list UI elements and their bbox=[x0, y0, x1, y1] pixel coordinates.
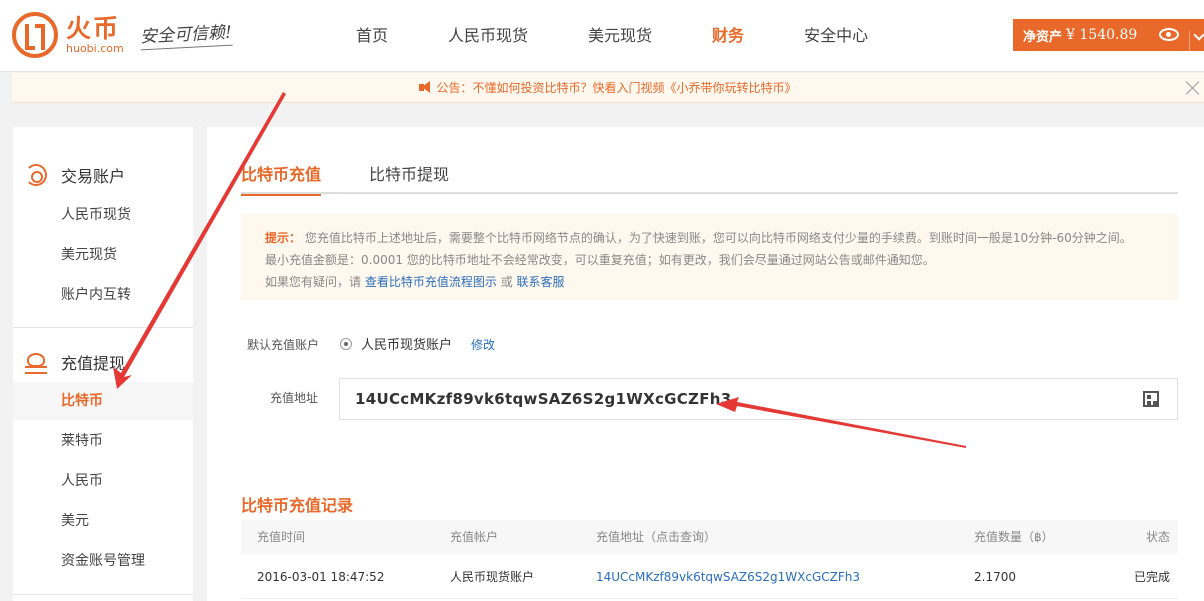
sidebar-divider bbox=[13, 594, 193, 595]
deposit-address-value[interactable]: 14UCcMKzf89vk6tqwSAZ6S2g1WXcGCZFh3 bbox=[355, 390, 732, 408]
table-row: 2016-03-01 18:47:52 人民币现货账户 14UCcMKzf89v… bbox=[241, 555, 1178, 599]
sidebar-group-trading: 交易账户 bbox=[25, 163, 125, 187]
brand-domain: huobi.com bbox=[66, 42, 124, 55]
col-account: 充值帐户 bbox=[450, 530, 499, 544]
default-account-label: 默认充值账户 bbox=[247, 338, 320, 352]
deposit-tip: 提示： 您充值比特币上述地址后，需要整个比特币网络节点的确认，为了快速到账，您可… bbox=[241, 214, 1178, 300]
edit-default-account-link[interactable]: 修改 bbox=[471, 336, 495, 353]
eye-icon[interactable] bbox=[1159, 28, 1179, 41]
sidebar-item-cny[interactable]: 人民币 bbox=[13, 462, 193, 500]
nav-home[interactable]: 首页 bbox=[326, 0, 418, 72]
sidebar-item-usd-spot[interactable]: 美元现货 bbox=[13, 236, 193, 274]
default-account-value[interactable]: 人民币现货账户 bbox=[361, 334, 452, 353]
row-time: 2016-03-01 18:47:52 bbox=[257, 570, 385, 584]
tabs: 比特币充值 比特币提现 bbox=[241, 162, 1178, 196]
top-header: 火币 huobi.com 安全可信赖! 首页 人民币现货 美元现货 财务 安全中… bbox=[0, 0, 1204, 72]
sidebar-group-title: 交易账户 bbox=[61, 167, 126, 186]
chevron-down-icon[interactable] bbox=[1189, 31, 1190, 51]
deposit-address-box[interactable]: 14UCcMKzf89vk6tqwSAZ6S2g1WXcGCZFh3 bbox=[339, 378, 1178, 420]
sidebar: 交易账户 人民币现货 美元现货 账户内互转 充值提现 比特币 莱特币 人民币 美… bbox=[13, 127, 193, 601]
col-time: 充值时间 bbox=[257, 530, 306, 544]
net-assets-value: ¥ 1540.89 bbox=[1066, 27, 1138, 43]
sidebar-item-usd[interactable]: 美元 bbox=[13, 502, 193, 540]
nav-finance[interactable]: 财务 bbox=[682, 0, 774, 72]
nav-usd-spot[interactable]: 美元现货 bbox=[558, 0, 682, 72]
tab-btc-withdraw[interactable]: 比特币提现 bbox=[369, 162, 449, 194]
tip-line3-prefix: 如果您有疑问，请 bbox=[265, 275, 362, 289]
close-icon[interactable] bbox=[1184, 79, 1202, 97]
tip-line2: 最小充值金额是：0.0001 您的比特币地址不会经常改变，可以重复充值；如有更改… bbox=[265, 253, 935, 267]
sidebar-item-litecoin[interactable]: 莱特币 bbox=[13, 422, 193, 460]
contact-support-link[interactable]: 联系客服 bbox=[517, 275, 565, 289]
col-status: 状态 bbox=[1145, 530, 1170, 544]
tip-or: 或 bbox=[500, 275, 513, 289]
col-amount: 充值数量（฿） bbox=[974, 530, 1054, 544]
records-table-header: 充值时间 充值帐户 充值地址（点击查询） 充值数量（฿） 状态 bbox=[241, 520, 1178, 554]
col-address: 充值地址（点击查询） bbox=[596, 530, 717, 544]
wallet-icon bbox=[25, 351, 47, 374]
sidebar-group-title: 充值提现 bbox=[61, 354, 126, 373]
tip-label: 提示： bbox=[265, 231, 302, 245]
main-nav: 首页 人民币现货 美元现货 财务 安全中心 bbox=[326, 0, 898, 72]
net-assets-label: 净资产 bbox=[1023, 29, 1063, 45]
announcement-text[interactable]: 公告：不懂如何投资比特币？快看入门视频《小乔带你玩转比特币》 bbox=[436, 81, 796, 95]
sidebar-item-internal-transfer[interactable]: 账户内互转 bbox=[13, 276, 193, 314]
row-account: 人民币现货账户 bbox=[450, 570, 535, 584]
tip-line1: 您充值比特币上述地址后，需要整个比特币网络节点的确认，为了快速到账，您可以向比特… bbox=[304, 231, 1132, 245]
net-assets-button[interactable]: 净资产 ¥ 1540.89 bbox=[1013, 19, 1204, 51]
deposit-address-label: 充值地址 bbox=[270, 391, 319, 405]
exchange-icon bbox=[25, 164, 47, 186]
sidebar-divider bbox=[13, 327, 193, 328]
huobi-logo-icon bbox=[12, 12, 58, 58]
sidebar-item-bitcoin[interactable]: 比特币 bbox=[13, 382, 193, 420]
row-address-link[interactable]: 14UCcMKzf89vk6tqwSAZ6S2g1WXcGCZFh3 bbox=[596, 555, 860, 599]
main-panel: 比特币充值 比特币提现 提示： 您充值比特币上述地址后，需要整个比特币网络节点的… bbox=[207, 127, 1204, 601]
qr-code-icon[interactable] bbox=[1143, 391, 1159, 407]
sidebar-item-fund-accounts[interactable]: 资金账号管理 bbox=[13, 542, 193, 580]
sidebar-group-deposit-withdraw: 充值提现 bbox=[25, 350, 125, 374]
row-amount: 2.1700 bbox=[974, 570, 1016, 584]
brand-slogan: 安全可信赖! bbox=[139, 17, 233, 51]
brand-name: 火币 bbox=[66, 14, 121, 43]
default-account-radio[interactable] bbox=[340, 338, 352, 350]
row-status: 已完成 bbox=[1133, 570, 1170, 584]
announcement-bar: 公告：不懂如何投资比特币？快看入门视频《小乔带你玩转比特币》 bbox=[12, 73, 1204, 103]
deposit-records-title: 比特币充值记录 bbox=[241, 496, 354, 515]
nav-security-center[interactable]: 安全中心 bbox=[774, 0, 898, 72]
tab-btc-deposit[interactable]: 比特币充值 bbox=[241, 162, 322, 196]
speaker-icon bbox=[419, 81, 432, 94]
sidebar-item-cny-spot[interactable]: 人民币现货 bbox=[13, 196, 193, 234]
nav-cny-spot[interactable]: 人民币现货 bbox=[418, 0, 558, 72]
deposit-flow-link[interactable]: 查看比特币充值流程图示 bbox=[365, 275, 497, 289]
brand-logo[interactable]: 火币 huobi.com bbox=[12, 12, 124, 58]
